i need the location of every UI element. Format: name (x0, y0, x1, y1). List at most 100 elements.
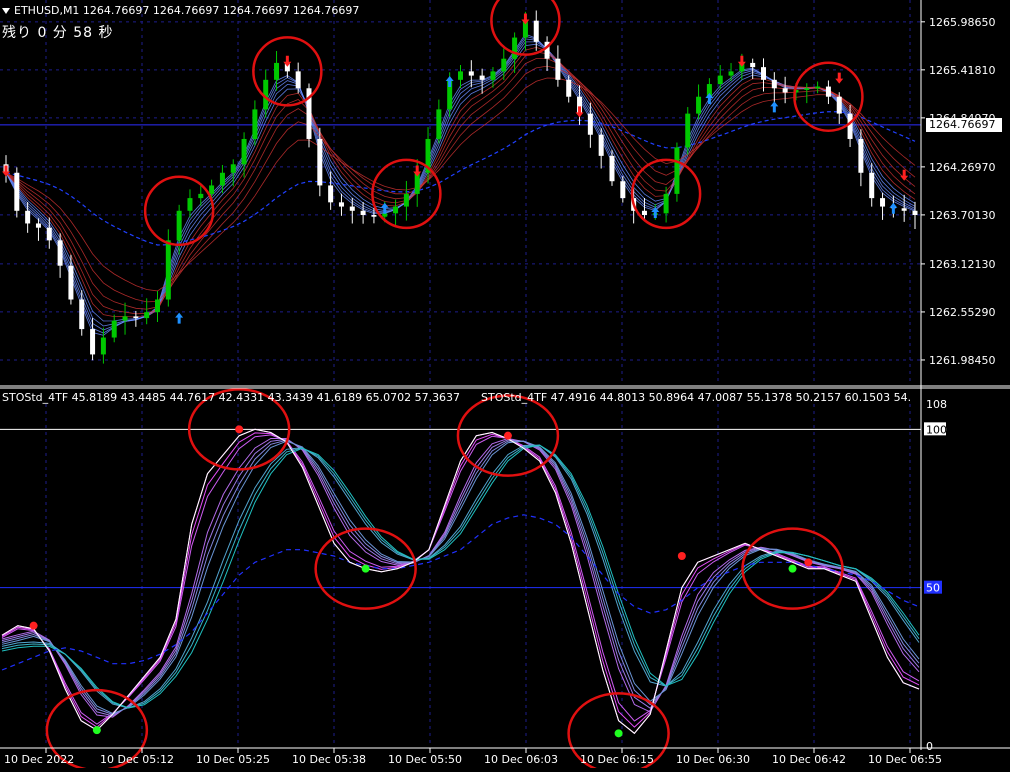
y-tick-label: 1265.98650 (929, 16, 995, 29)
chart-window[interactable]: 10 Dec 2022 10 Dec 05:12 10 Dec 05:25 10 De… (0, 0, 1010, 772)
candle-body (46, 227, 52, 241)
y-tick-label: 1263.70130 (929, 209, 995, 222)
x-tick-label: 10 Dec 05:25 (196, 753, 270, 766)
candle-body (858, 138, 864, 173)
sto-fan-line (1, 444, 920, 709)
candle-body (804, 88, 810, 90)
level-100-label: 100 (926, 423, 947, 436)
candle-body (728, 71, 734, 76)
candle-body (620, 181, 626, 199)
sto-y-tick-label: 0 (926, 740, 933, 753)
current-price-badge: 1264.76697 (926, 117, 1002, 132)
candle-body (144, 312, 150, 319)
candle-body (761, 67, 766, 80)
candle-body (25, 210, 31, 224)
candle-body (155, 299, 160, 313)
x-tick-label: 10 Dec 06:42 (772, 753, 846, 766)
level-50-label: 50 (926, 582, 940, 595)
stochastic-panel[interactable] (0, 388, 921, 772)
candle-body (641, 210, 647, 216)
candle-body (750, 62, 756, 68)
candle-body (349, 206, 355, 211)
sto-fan (1, 428, 920, 734)
candle-body (403, 193, 409, 207)
candle-body (338, 202, 344, 207)
sto-y-tick-label: 108 (926, 398, 947, 411)
x-tick-label: 10 Dec 05:38 (292, 753, 366, 766)
candle-body (869, 172, 875, 199)
candle-body (555, 58, 561, 80)
sto-green-dot (788, 564, 797, 573)
candle-body (360, 210, 366, 216)
sto-fan-line (1, 444, 920, 709)
up-arrow-icon (175, 312, 184, 324)
candle-body (685, 113, 691, 148)
candle-body (209, 185, 215, 194)
x-tick-label: 10 Dec 06:30 (676, 753, 750, 766)
sto-green-dot (361, 564, 370, 573)
sto-fan-line (1, 438, 920, 717)
x-tick-label: 10 Dec 06:03 (484, 753, 558, 766)
sto-green-dot (614, 729, 623, 738)
candle-body (371, 215, 377, 217)
candle-body (198, 193, 204, 199)
down-arrow-icon (737, 55, 746, 67)
candle-body (847, 113, 853, 139)
sto-fan-line (1, 432, 920, 728)
symbol-line: ETHUSD,M1 1264.76697 1264.76697 1264.766… (14, 4, 360, 17)
candle-body (696, 96, 702, 114)
candle-body (111, 320, 117, 338)
price-panel[interactable] (0, 0, 921, 364)
sto-red-dot (503, 431, 512, 440)
candles (3, 10, 918, 364)
candle-body (252, 109, 258, 139)
candle-body (393, 206, 399, 214)
candle-body (674, 147, 680, 194)
indicator-label: STOStd_4TF 45.8189 43.4485 44.7617 42.43… (2, 391, 461, 404)
sto-fan-line (1, 439, 920, 716)
candle-body (176, 210, 182, 241)
y-tick-label: 1263.12130 (929, 258, 995, 271)
down-arrow-icon (575, 106, 584, 118)
signal-arrows (2, 13, 909, 324)
sto-main-line (1, 428, 920, 735)
candle-body (825, 86, 831, 97)
sto-slow-line (1, 514, 920, 671)
candle-body (901, 208, 907, 211)
candle-body (490, 71, 496, 80)
candle-body (14, 172, 20, 211)
candle-body (328, 185, 334, 203)
indicator-label-2: STOStd_4TF 47.4916 44.8013 50.8964 47.00… (481, 391, 912, 404)
x-tick-label: 10 Dec 06:15 (580, 753, 654, 766)
candle-body (501, 58, 507, 72)
y-tick-label: 1262.55290 (929, 306, 995, 319)
collapse-triangle-icon[interactable] (2, 8, 10, 14)
candle-body (436, 109, 442, 139)
candle-body (35, 223, 41, 228)
sto-green-dot (92, 726, 101, 735)
candle-body (782, 88, 788, 93)
candle-body (219, 172, 225, 186)
candle-body (165, 240, 171, 300)
up-arrow-icon (445, 76, 454, 88)
x-tick-label: 10 Dec 05:12 (100, 753, 174, 766)
candle-body (468, 71, 474, 76)
candle-body (79, 299, 85, 330)
candle-body (274, 62, 280, 80)
candle-body (815, 86, 821, 89)
y-tick-label: 1264.26970 (929, 161, 995, 174)
sto-highlight-circles (45, 388, 844, 772)
grid (0, 0, 921, 746)
candle-body (187, 198, 193, 211)
chart-canvas[interactable]: 10 Dec 2022 10 Dec 05:12 10 Dec 05:25 10 De… (0, 0, 1010, 772)
candle-body (587, 113, 593, 135)
sto-fan-line (1, 440, 920, 715)
down-arrow-icon (521, 13, 530, 25)
up-arrow-icon (770, 101, 779, 113)
candle-body (382, 213, 388, 217)
sto-fan-line (1, 444, 920, 709)
candle-body (295, 71, 301, 89)
sto-red-dot (677, 552, 686, 560)
up-arrow-icon (889, 202, 898, 214)
candle-body (133, 316, 139, 319)
